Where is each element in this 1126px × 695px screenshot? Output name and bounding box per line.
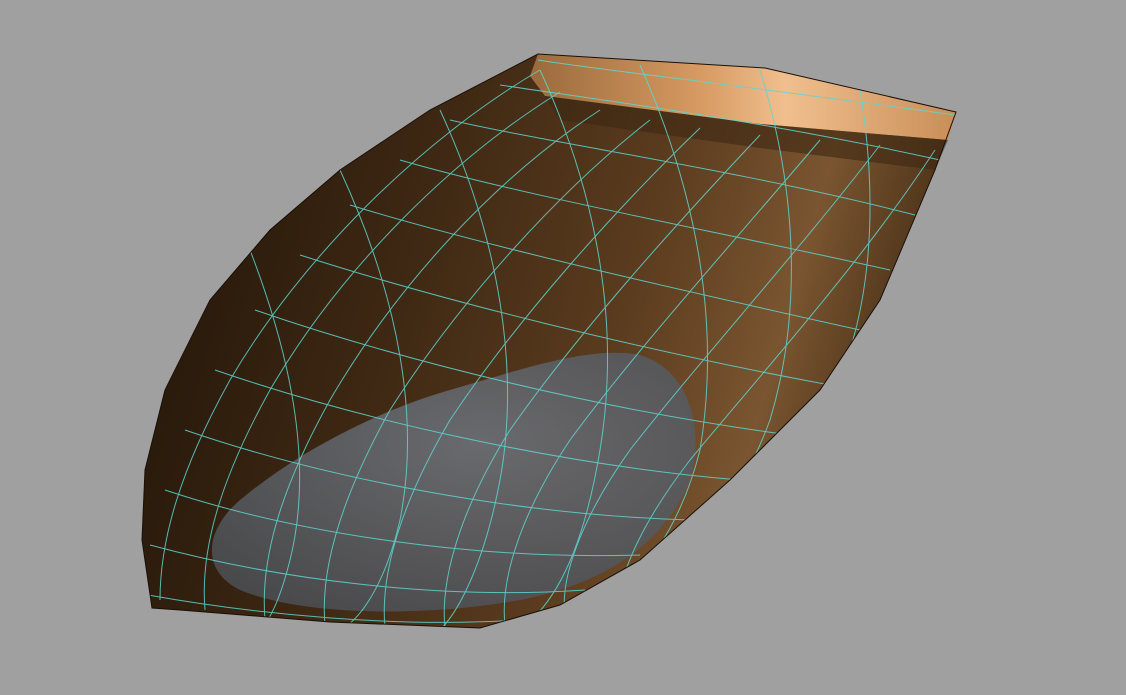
- 3d-viewport[interactable]: [0, 0, 1126, 695]
- viewport-canvas[interactable]: [0, 0, 1126, 695]
